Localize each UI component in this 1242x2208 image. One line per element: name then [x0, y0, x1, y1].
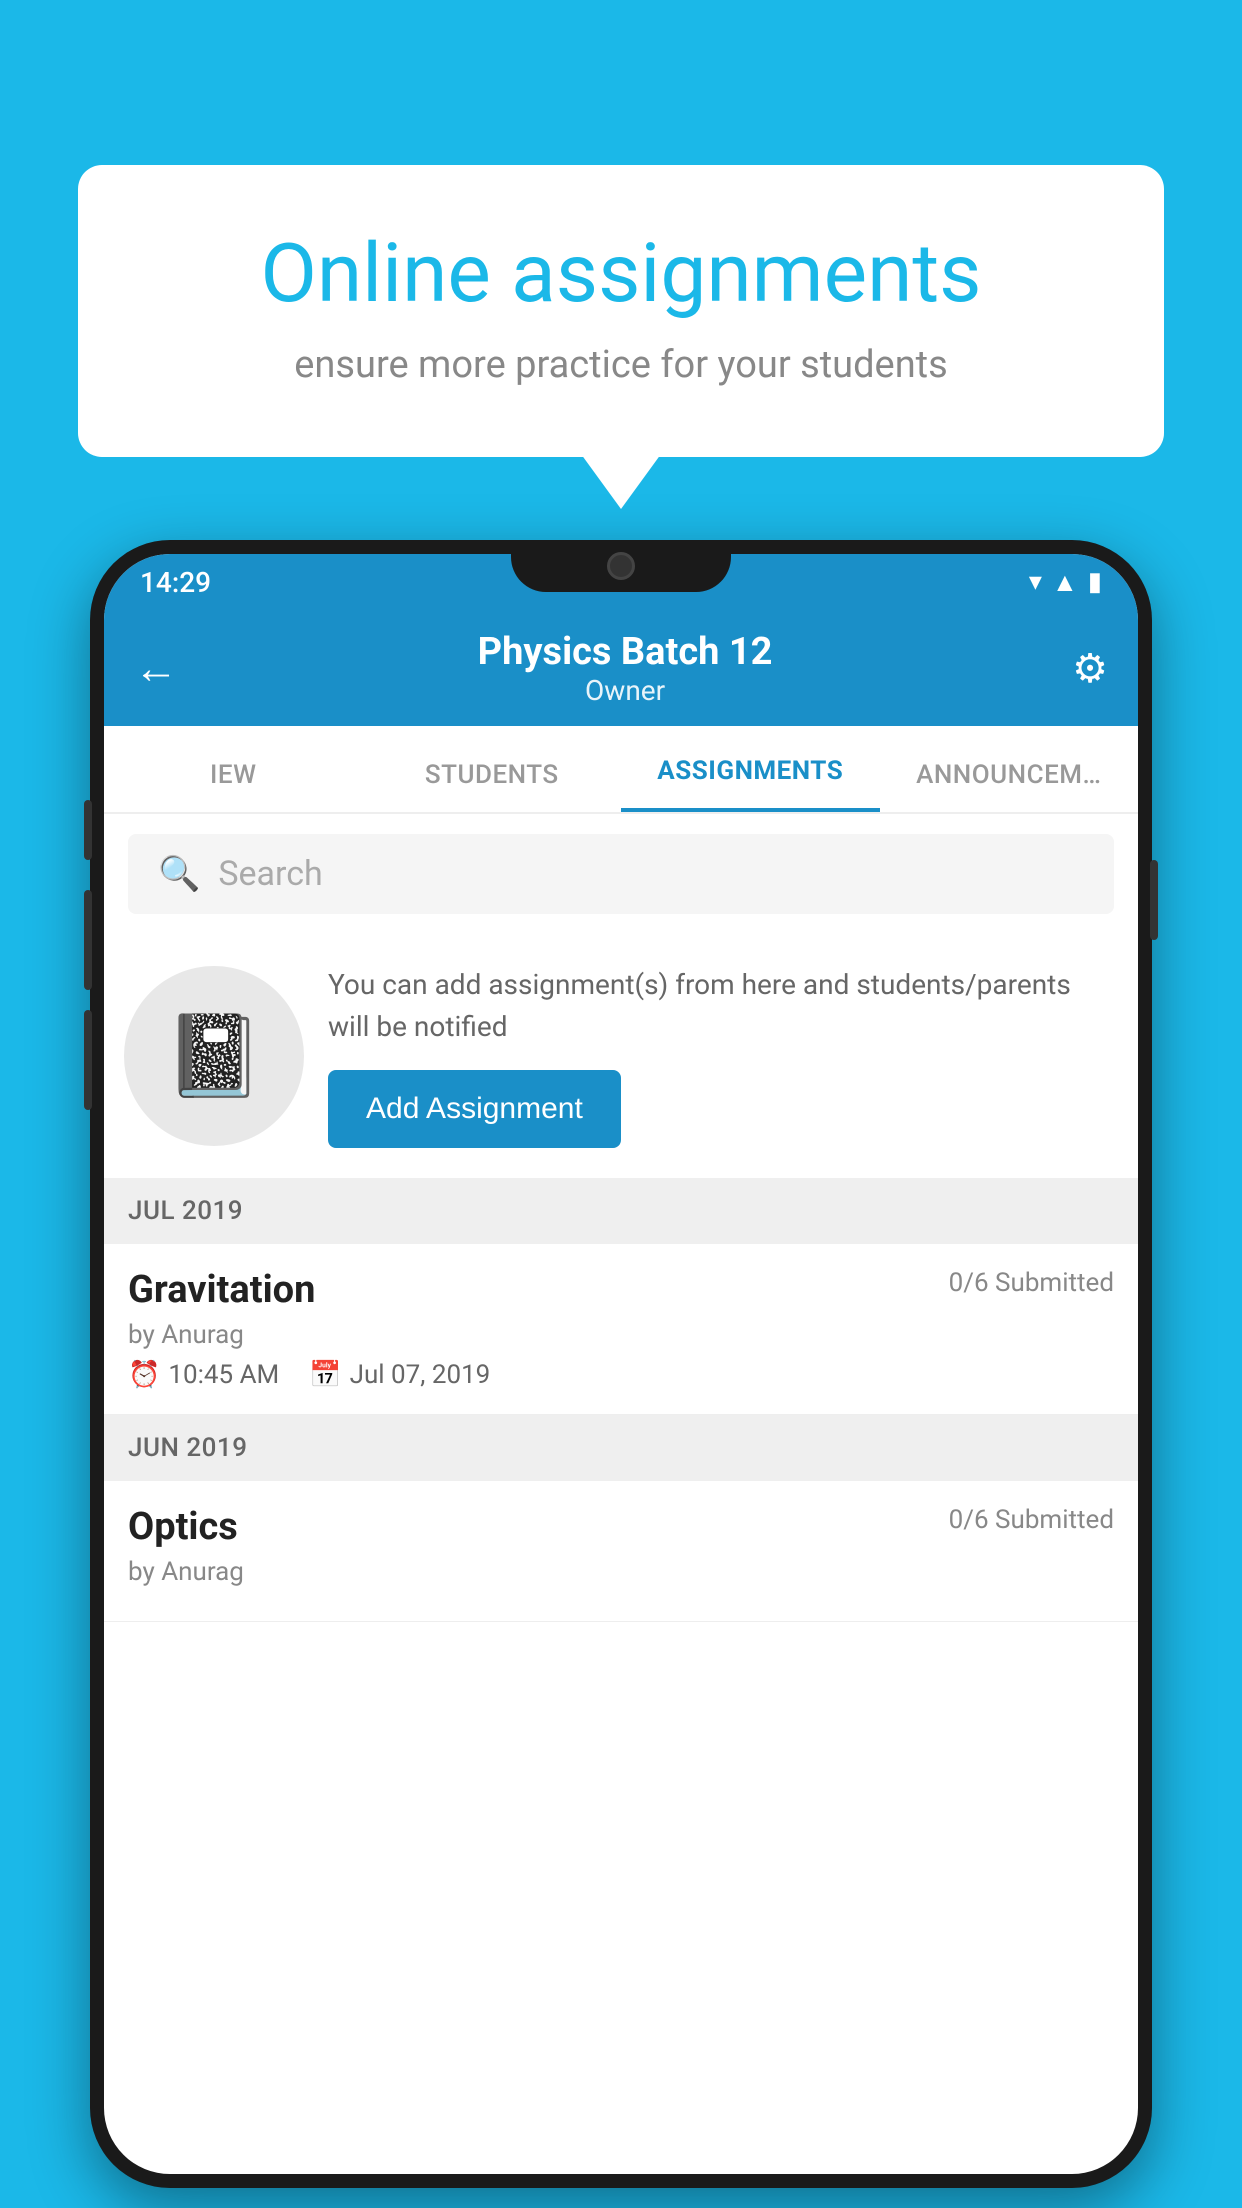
phone-mockup: 14:29 ▾ ▲ ▮ ← Physics Batch 12 Owner ⚙ I… [90, 540, 1152, 2188]
add-assignment-button[interactable]: Add Assignment [328, 1070, 621, 1148]
section-header-jul-label: JUL 2019 [128, 1196, 243, 1226]
search-bar[interactable]: 🔍 Search [128, 834, 1114, 914]
calendar-icon: 📅 [309, 1360, 341, 1390]
search-icon: 🔍 [158, 854, 200, 894]
assignment-date-value: Jul 07, 2019 [350, 1360, 491, 1390]
mute-button [84, 800, 92, 860]
notebook-icon: 📓 [164, 1009, 264, 1103]
assignment-name-gravitation: Gravitation [128, 1268, 315, 1312]
section-header-jun-label: JUN 2019 [128, 1433, 247, 1463]
assignment-date-gravitation: 📅 Jul 07, 2019 [309, 1360, 490, 1390]
battery-icon: ▮ [1088, 567, 1102, 597]
assignment-icon-circle: 📓 [124, 966, 304, 1146]
search-placeholder: Search [218, 854, 322, 894]
assignment-by-optics: by Anurag [128, 1557, 1114, 1587]
signal-icon: ▲ [1052, 567, 1078, 598]
assignment-time-gravitation: ⏰ 10:45 AM [128, 1360, 279, 1390]
assignment-description: You can add assignment(s) from here and … [328, 964, 1114, 1048]
bubble-subtitle: ensure more practice for your students [148, 343, 1094, 387]
search-container: 🔍 Search [104, 814, 1138, 934]
section-header-jul: JUL 2019 [104, 1178, 1138, 1244]
header-title: Physics Batch 12 [478, 630, 773, 674]
wifi-icon: ▾ [1029, 567, 1042, 597]
tab-iew[interactable]: IEW [104, 760, 363, 812]
clock-icon: ⏰ [128, 1360, 160, 1390]
status-icons: ▾ ▲ ▮ [1029, 567, 1102, 598]
phone-screen: 14:29 ▾ ▲ ▮ ← Physics Batch 12 Owner ⚙ I… [104, 554, 1138, 2174]
assignment-by-gravitation: by Anurag [128, 1320, 1114, 1350]
app-header: ← Physics Batch 12 Owner ⚙ [104, 610, 1138, 726]
tab-students[interactable]: STUDENTS [363, 760, 622, 812]
power-button [1150, 860, 1158, 940]
tabs-bar: IEW STUDENTS ASSIGNMENTS ANNOUNCEM… [104, 726, 1138, 814]
section-header-jun: JUN 2019 [104, 1415, 1138, 1481]
add-assignment-area: 📓 You can add assignment(s) from here an… [104, 934, 1138, 1178]
assignment-submitted-optics: 0/6 Submitted [949, 1505, 1114, 1535]
assignment-item-optics[interactable]: Optics 0/6 Submitted by Anurag [104, 1481, 1138, 1622]
bubble-title: Online assignments [148, 225, 1094, 323]
assignment-right: You can add assignment(s) from here and … [328, 964, 1114, 1148]
tab-assignments[interactable]: ASSIGNMENTS [621, 756, 880, 812]
assignment-time-value: 10:45 AM [168, 1360, 279, 1390]
assignment-item-optics-top: Optics 0/6 Submitted [128, 1505, 1114, 1549]
header-center: Physics Batch 12 Owner [478, 630, 773, 707]
assignment-item-top: Gravitation 0/6 Submitted [128, 1268, 1114, 1312]
assignment-meta-gravitation: ⏰ 10:45 AM 📅 Jul 07, 2019 [128, 1360, 1114, 1390]
assignment-name-optics: Optics [128, 1505, 238, 1549]
assignment-submitted-gravitation: 0/6 Submitted [949, 1268, 1114, 1298]
volume-down-button [84, 1010, 92, 1110]
assignment-item-gravitation[interactable]: Gravitation 0/6 Submitted by Anurag ⏰ 10… [104, 1244, 1138, 1415]
phone-notch [511, 540, 731, 592]
settings-button[interactable]: ⚙ [1072, 645, 1108, 692]
header-subtitle: Owner [478, 674, 773, 707]
back-button[interactable]: ← [134, 642, 178, 694]
status-time: 14:29 [140, 566, 211, 599]
notch-camera [607, 552, 635, 580]
tab-announcements[interactable]: ANNOUNCEM… [880, 760, 1139, 812]
volume-up-button [84, 890, 92, 990]
speech-bubble: Online assignments ensure more practice … [78, 165, 1164, 457]
